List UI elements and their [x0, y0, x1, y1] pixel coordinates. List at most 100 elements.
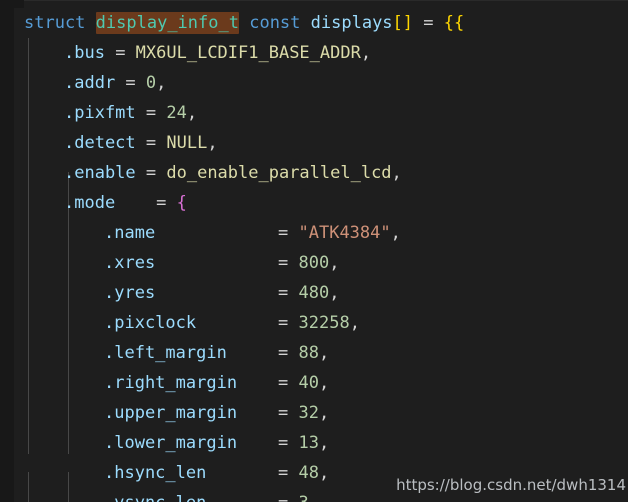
comma: , [309, 493, 319, 502]
assign-operator: = [278, 403, 299, 423]
padding [155, 223, 278, 243]
mode-member-name: .right_margin [104, 373, 238, 393]
code-line-mode-field[interactable]: .left_margin = 88, [0, 338, 628, 368]
comma: , [390, 223, 401, 243]
padding [115, 193, 146, 213]
code-line-enable[interactable]: .enable = do_enable_parallel_lcd, [0, 158, 628, 188]
comma: , [318, 433, 330, 453]
comma: , [318, 463, 330, 483]
member-enable: .enable [64, 163, 136, 183]
assign-operator: = [278, 433, 299, 453]
code-line-mode-field[interactable]: .lower_margin = 13, [0, 428, 628, 458]
mode-member-name: .left_margin [104, 343, 227, 363]
comma: , [391, 163, 402, 183]
code-line-addr[interactable]: .addr = 0, [0, 68, 628, 98]
assign-operator: = [135, 133, 167, 153]
assign-operator: = [278, 253, 299, 273]
code-line-mode-field[interactable]: .pixclock = 32258, [0, 308, 628, 338]
code-editor-viewport[interactable]: struct display_info_t const displays[] =… [0, 0, 628, 502]
code-line-mode-field[interactable]: .upper_margin = 32, [0, 398, 628, 428]
code-line-mode-open[interactable]: .mode = { [0, 188, 628, 218]
value-enable: do_enable_parallel_lcd [166, 163, 392, 183]
mode-member-name: .vsync_len [104, 493, 206, 502]
assign-operator: = [278, 463, 299, 483]
value-addr: 0 [145, 73, 157, 93]
assign-operator: = [115, 73, 146, 93]
comma: , [318, 403, 330, 423]
code-line-mode-field[interactable]: .vsync_len = 3, [0, 488, 628, 502]
mode-member-value: 13 [298, 433, 319, 453]
comma: , [207, 133, 218, 153]
previous-line-sliver [0, 0, 628, 8]
mode-member-value: 480 [298, 283, 330, 303]
mode-open-brace: { [176, 193, 187, 213]
comma: , [186, 103, 198, 123]
assign-operator: = [145, 193, 177, 213]
assign-operator: = [278, 223, 299, 243]
assign-operator: = [278, 313, 299, 333]
value-detect: NULL [166, 133, 208, 153]
value-pixfmt: 24 [166, 103, 187, 123]
assign-operator: = [135, 103, 167, 123]
keyword-struct: struct [24, 13, 86, 33]
code-line-mode-field[interactable]: .right_margin = 40, [0, 368, 628, 398]
code-line-mode-field[interactable]: .yres = 480, [0, 278, 628, 308]
mode-member-name: .upper_margin [104, 403, 238, 423]
assign-operator: = [278, 343, 299, 363]
padding [206, 493, 278, 502]
padding [155, 253, 278, 273]
mode-member-name: .xres [104, 253, 156, 273]
mode-member-value: 40 [298, 373, 319, 393]
previous-line-gutter-sliver [0, 0, 24, 8]
padding [196, 313, 278, 333]
mode-member-name: .hsync_len [104, 463, 207, 483]
padding [227, 343, 278, 363]
comma: , [318, 343, 330, 363]
padding [155, 283, 278, 303]
mode-member-name: .name [104, 223, 156, 243]
mode-member-name: .lower_margin [104, 433, 238, 453]
code-line-detect[interactable]: .detect = NULL, [0, 128, 628, 158]
assign-operator: = [135, 163, 167, 183]
comma: , [318, 373, 330, 393]
comma: , [349, 313, 360, 333]
mode-member-name: .yres [104, 283, 156, 303]
keyword-const: const [249, 13, 301, 33]
mode-member-value: 32258 [298, 313, 350, 333]
comma: , [156, 73, 167, 93]
assign-operator: = [278, 373, 299, 393]
mode-member-name: .pixclock [104, 313, 197, 333]
padding [237, 403, 278, 423]
assign-operator: = [278, 493, 298, 502]
code-line-mode-field[interactable]: .name = "ATK4384", [0, 218, 628, 248]
array-brackets: [] [392, 13, 414, 33]
mode-member-value: 3 [299, 493, 309, 502]
open-braces: {{ [443, 13, 465, 33]
assign-operator: = [413, 13, 444, 33]
comma: , [329, 253, 340, 273]
identifier-displays: displays [310, 13, 393, 33]
mode-field-line-group: .name = "ATK4384", .xres = 800, .yres = 48… [0, 218, 628, 502]
padding [237, 373, 278, 393]
assign-operator: = [278, 283, 299, 303]
type-display-info-t-highlighted[interactable]: display_info_t [95, 12, 239, 34]
code-line-pixfmt[interactable]: .pixfmt = 24, [0, 98, 628, 128]
mode-member-value: 800 [298, 253, 330, 273]
mode-member-value: "ATK4384" [298, 223, 391, 243]
member-pixfmt: .pixfmt [64, 103, 136, 123]
member-detect: .detect [64, 133, 136, 153]
code-line-mode-field[interactable]: .hsync_len = 48, [0, 458, 628, 488]
comma: , [329, 283, 340, 303]
comma: , [360, 43, 372, 63]
mode-member-value: 32 [298, 403, 319, 423]
member-bus: .bus [64, 43, 105, 63]
code-content[interactable]: struct display_info_t const displays[] =… [0, 8, 628, 502]
mode-member-value: 88 [298, 343, 319, 363]
code-line-bus[interactable]: .bus = MX6UL_LCDIF1_BASE_ADDR, [0, 38, 628, 68]
code-line-declaration[interactable]: struct display_info_t const displays[] =… [0, 8, 628, 38]
padding [237, 433, 278, 453]
code-line-mode-field[interactable]: .xres = 800, [0, 248, 628, 278]
